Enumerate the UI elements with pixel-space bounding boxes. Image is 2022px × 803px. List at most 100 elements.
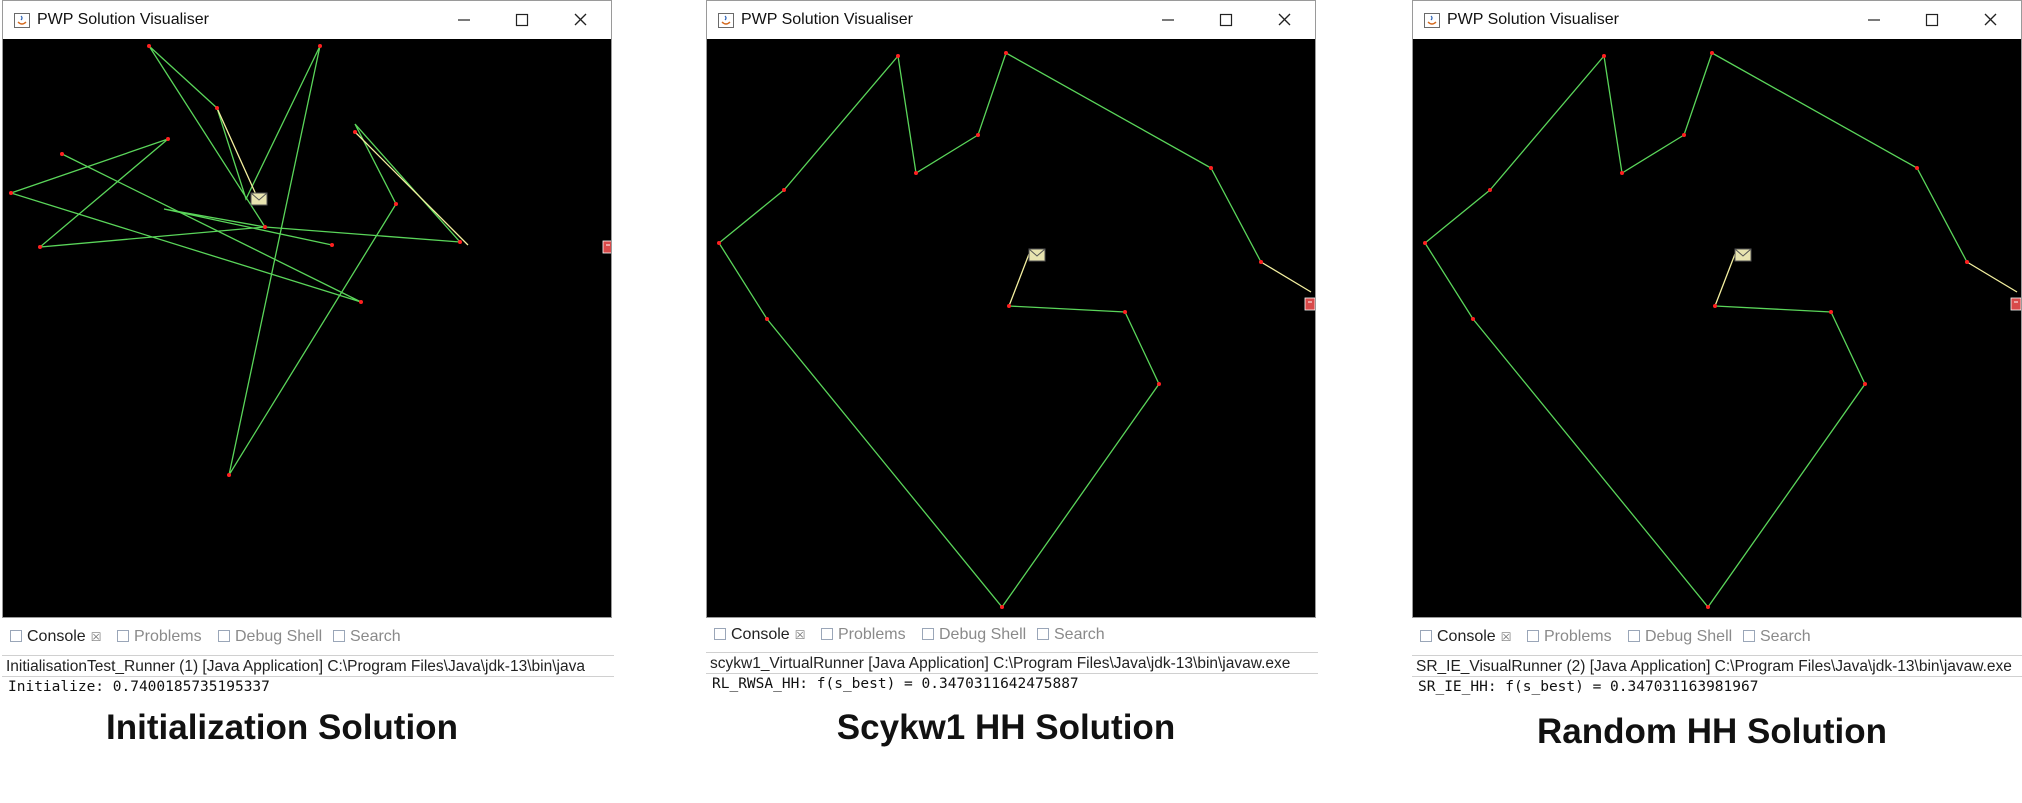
route-nodes bbox=[1423, 51, 1969, 609]
console-icon bbox=[714, 628, 726, 640]
tab-problems[interactable]: Problems bbox=[1527, 628, 1612, 646]
minimize-button[interactable] bbox=[1852, 5, 1898, 35]
console-tab-bar: Console ☒ Problems Debug Shell Search bbox=[706, 624, 1318, 650]
home-building-icon bbox=[2010, 297, 2021, 311]
debug-shell-icon bbox=[1628, 630, 1640, 642]
route-nodes bbox=[717, 51, 1263, 609]
route-canvas bbox=[1413, 39, 2021, 617]
tab-search[interactable]: Search bbox=[1037, 626, 1105, 644]
close-button[interactable] bbox=[1262, 5, 1308, 35]
close-button[interactable] bbox=[1968, 5, 2014, 35]
route-path-upper bbox=[148, 45, 333, 246]
tab-label: Problems bbox=[134, 628, 202, 645]
tab-search[interactable]: Search bbox=[1743, 628, 1811, 646]
depot-envelope-icon bbox=[1734, 248, 1752, 262]
depot-envelope-icon bbox=[1028, 248, 1046, 262]
console-tab-bar: Console ☒ Problems Debug Shell Search bbox=[1412, 626, 2022, 652]
maximize-button[interactable] bbox=[500, 5, 546, 35]
tab-debug-shell[interactable]: Debug Shell bbox=[218, 628, 322, 646]
route-canvas bbox=[707, 39, 1315, 617]
visualiser-window: PWP Solution Visualiser bbox=[1412, 0, 2022, 618]
tab-search[interactable]: Search bbox=[333, 628, 401, 646]
tab-label: Search bbox=[1760, 628, 1811, 645]
problems-icon bbox=[821, 628, 833, 640]
tab-console[interactable]: Console ☒ bbox=[10, 628, 101, 646]
java-app-icon bbox=[1424, 13, 1440, 28]
maximize-icon bbox=[1925, 13, 1939, 27]
close-icon[interactable]: ☒ bbox=[795, 628, 806, 642]
panel-random-hh: PWP Solution Visualiser Console ☒ Proble… bbox=[1412, 0, 2022, 803]
minimize-icon bbox=[458, 19, 470, 21]
route-path bbox=[8, 45, 462, 476]
console-tab-bar: Console ☒ Problems Debug Shell Search bbox=[2, 626, 614, 652]
tab-console[interactable]: Console ☒ bbox=[714, 626, 805, 644]
maximize-button[interactable] bbox=[1204, 5, 1250, 35]
title-bar: PWP Solution Visualiser bbox=[3, 1, 611, 40]
debug-shell-icon bbox=[218, 630, 230, 642]
window-title: PWP Solution Visualiser bbox=[1447, 11, 1619, 28]
title-bar: PWP Solution Visualiser bbox=[707, 1, 1315, 40]
title-bar: PWP Solution Visualiser bbox=[1413, 1, 2021, 40]
java-app-icon bbox=[14, 13, 30, 28]
minimize-icon bbox=[1162, 19, 1174, 21]
visualiser-window: PWP Solution Visualiser bbox=[2, 0, 612, 618]
tab-label: Problems bbox=[1544, 628, 1612, 645]
tab-label: Search bbox=[350, 628, 401, 645]
route-plot bbox=[717, 51, 1315, 609]
route-plot bbox=[8, 44, 611, 477]
minimize-button[interactable] bbox=[442, 5, 488, 35]
tab-label: Debug Shell bbox=[1645, 628, 1733, 645]
maximize-icon bbox=[1219, 13, 1233, 27]
close-icon[interactable]: ☒ bbox=[91, 630, 102, 644]
route-path bbox=[718, 52, 1262, 609]
tab-label: Console bbox=[731, 626, 790, 643]
delivery-leg bbox=[1008, 253, 1030, 307]
delivery-leg bbox=[1714, 253, 1736, 307]
tab-debug-shell[interactable]: Debug Shell bbox=[1628, 628, 1732, 646]
close-button[interactable] bbox=[558, 5, 604, 35]
maximize-icon bbox=[515, 13, 529, 27]
search-icon bbox=[1743, 630, 1755, 642]
close-icon bbox=[1984, 13, 1997, 26]
minimize-button[interactable] bbox=[1146, 5, 1192, 35]
home-building-icon bbox=[1304, 297, 1315, 311]
launch-configuration: InitialisationTest_Runner (1) [Java Appl… bbox=[2, 655, 614, 677]
maximize-button[interactable] bbox=[1910, 5, 1956, 35]
tab-label: Console bbox=[27, 628, 86, 645]
close-icon[interactable]: ☒ bbox=[1501, 630, 1512, 644]
tab-label: Problems bbox=[838, 626, 906, 643]
tab-problems[interactable]: Problems bbox=[821, 626, 906, 644]
minimize-icon bbox=[1868, 19, 1880, 21]
panel-scykw1: PWP Solution Visualiser Console ☒ Proble… bbox=[706, 0, 1318, 803]
console-output: SR_IE_HH: f(s_best) = 0.347031163981967 bbox=[1418, 679, 1759, 695]
tab-console[interactable]: Console ☒ bbox=[1420, 628, 1511, 646]
panel-caption: Scykw1 HH Solution bbox=[836, 708, 1176, 747]
window-title: PWP Solution Visualiser bbox=[37, 11, 209, 28]
tab-label: Search bbox=[1054, 626, 1105, 643]
panel-initialization: PWP Solution Visualiser Console ☒ Proble… bbox=[2, 0, 614, 803]
close-icon bbox=[574, 13, 587, 26]
visualiser-window: PWP Solution Visualiser bbox=[706, 0, 1316, 618]
problems-icon bbox=[1527, 630, 1539, 642]
launch-configuration: SR_IE_VisualRunner (2) [Java Application… bbox=[1412, 655, 2022, 677]
java-app-icon bbox=[718, 13, 734, 28]
tab-problems[interactable]: Problems bbox=[117, 628, 202, 646]
search-icon bbox=[333, 630, 345, 642]
delivery-leg bbox=[1260, 261, 1312, 293]
panel-caption: Random HH Solution bbox=[1537, 712, 1887, 751]
route-nodes bbox=[9, 44, 462, 477]
tab-label: Console bbox=[1437, 628, 1496, 645]
problems-icon bbox=[117, 630, 129, 642]
launch-configuration: scykw1_VirtualRunner [Java Application] … bbox=[706, 652, 1318, 674]
debug-shell-icon bbox=[922, 628, 934, 640]
window-title: PWP Solution Visualiser bbox=[741, 11, 913, 28]
home-building-icon bbox=[602, 240, 611, 254]
console-icon bbox=[10, 630, 22, 642]
route-canvas bbox=[3, 39, 611, 617]
delivery-leg bbox=[354, 131, 469, 246]
console-icon bbox=[1420, 630, 1432, 642]
close-icon bbox=[1278, 13, 1291, 26]
tab-label: Debug Shell bbox=[235, 628, 323, 645]
tab-debug-shell[interactable]: Debug Shell bbox=[922, 626, 1026, 644]
route-plot bbox=[1423, 51, 2021, 609]
